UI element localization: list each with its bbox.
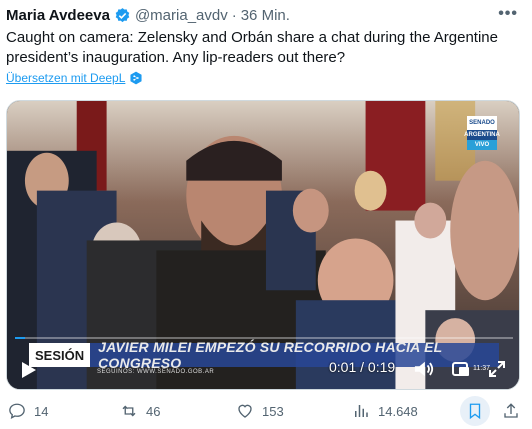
bookmark-icon (469, 403, 481, 420)
repost-icon (122, 405, 136, 417)
repost-button[interactable]: 46 (120, 402, 160, 420)
timestamp[interactable]: 36 Min. (241, 7, 290, 24)
view-count: 14.648 (378, 403, 418, 419)
badge-live: VIVO (467, 140, 497, 150)
badge-top: SENADO (467, 116, 497, 130)
deepl-icon (130, 71, 142, 85)
senado-badge: SENADO ARGENTINA VIVO (464, 116, 500, 150)
share-icon (504, 403, 518, 418)
views-button[interactable]: 14.648 (352, 402, 418, 420)
translate-label[interactable]: Übersetzen mit DeepL (6, 71, 125, 85)
like-count: 153 (262, 403, 284, 419)
verified-badge-icon (115, 7, 130, 22)
translate-link[interactable]: Übersetzen mit DeepL (6, 71, 143, 85)
tweet-actions: 14 46 153 14.648 (0, 396, 532, 426)
video-progress-fill (15, 337, 25, 339)
play-icon[interactable] (21, 361, 37, 379)
reply-button[interactable]: 14 (8, 402, 48, 420)
fullscreen-icon[interactable] (487, 359, 507, 379)
video-player[interactable]: SENADO ARGENTINA VIVO SESIÓN JAVIER MILE… (6, 100, 520, 390)
repost-count: 46 (146, 403, 161, 419)
tweet-header: Maria Avdeeva @maria_avdv · 36 Min. ••• (6, 5, 526, 25)
like-icon (238, 404, 252, 418)
tweet-text: Caught on camera: Zelensky and Orbán sha… (6, 29, 498, 66)
video-timecode: 0:01 / 0:19 (329, 359, 396, 375)
like-button[interactable]: 153 (236, 402, 284, 420)
gif-icon[interactable] (451, 359, 471, 379)
volume-icon[interactable] (413, 359, 435, 379)
reply-icon (9, 403, 25, 420)
video-controls: 0:01 / 0:19 11:37 (7, 351, 519, 389)
bookmark-button[interactable] (460, 396, 490, 426)
views-icon (355, 405, 368, 417)
share-button[interactable] (502, 402, 528, 420)
author-handle[interactable]: @maria_avdv (135, 7, 228, 24)
separator: · (231, 6, 237, 24)
author-name[interactable]: Maria Avdeeva (6, 7, 110, 24)
reply-count: 14 (34, 403, 49, 419)
more-icon[interactable]: ••• (498, 5, 518, 23)
badge-mid: ARGENTINA (464, 132, 500, 138)
